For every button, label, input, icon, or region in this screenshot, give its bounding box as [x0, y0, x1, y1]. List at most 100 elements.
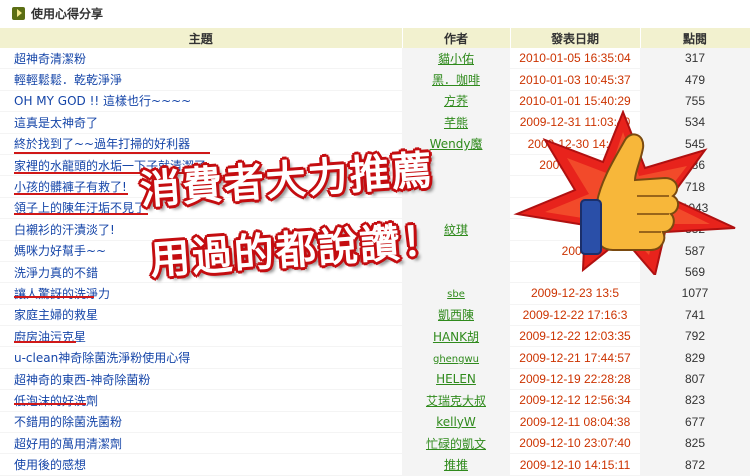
subject-cell: u-clean神奇除菌洗淨粉使用心得: [0, 346, 402, 369]
table-row: 超神奇清潔粉 貓小佑 2010-01-05 16:35:04 317: [0, 48, 750, 70]
author-cell: 凱西陳: [402, 304, 510, 327]
column-header-date[interactable]: 發表日期: [510, 28, 641, 48]
post-subject-link[interactable]: 超神奇清潔粉: [14, 52, 86, 66]
author-link[interactable]: 方荞: [444, 94, 468, 108]
table-row: 使用後的感想 推推 2009-12-10 14:15:11 872: [0, 453, 750, 476]
post-subject-link[interactable]: 終於找到了~~過年打掃的好利器: [14, 137, 190, 151]
author-link[interactable]: kellyW: [436, 415, 476, 429]
subject-cell: 讓人驚訝的洗淨力: [0, 282, 402, 305]
post-date: 2010-01-01 15:40:29: [510, 90, 640, 113]
post-subject-link[interactable]: 使用後的感想: [14, 458, 86, 472]
author-link[interactable]: HELEN: [436, 372, 476, 386]
author-cell: [402, 175, 510, 198]
author-link[interactable]: ghengwu: [433, 354, 479, 365]
post-subject-link[interactable]: 這真是太神奇了: [14, 116, 98, 130]
view-count: 479: [640, 68, 750, 91]
author-cell: HANK胡: [402, 325, 510, 348]
table-row: 超神奇的東西-神奇除菌粉 HELEN 2009-12-19 22:28:28 807: [0, 368, 750, 391]
post-subject-link[interactable]: 輕輕鬆鬆．乾乾淨淨: [14, 73, 122, 87]
post-subject-link[interactable]: 洗淨力真的不錯: [14, 266, 98, 280]
author-link[interactable]: 艾瑞克大叔: [426, 394, 486, 408]
table-row: OH MY GOD !! 這樣也行~~~~ 方荞 2010-01-01 15:40:…: [0, 90, 750, 113]
author-cell: [402, 197, 510, 220]
author-link[interactable]: 紋琪: [444, 223, 468, 237]
post-subject-link[interactable]: 低泡沫的好洗劑: [14, 394, 98, 408]
author-cell: [402, 261, 510, 284]
author-cell: 紋琪: [402, 218, 510, 241]
section-header: 使用心得分享: [0, 0, 750, 26]
post-date: 2010-01-05 16:35:04: [510, 48, 640, 70]
subject-cell: 領子上的陳年汙垢不見了: [0, 197, 402, 220]
post-subject-link[interactable]: 超神奇的東西-神奇除菌粉: [14, 373, 150, 387]
post-subject-link[interactable]: 小孩的髒褲子有救了!: [14, 180, 127, 194]
subject-cell: 超神奇清潔粉: [0, 48, 402, 70]
post-subject-link[interactable]: u-clean神奇除菌洗淨粉使用心得: [14, 351, 190, 365]
post-subject-link[interactable]: 讓人驚訝的洗淨力: [14, 287, 110, 301]
table-row: 家庭主婦的救星 凱西陳 2009-12-22 17:16:3 741: [0, 304, 750, 327]
post-subject-link[interactable]: 不錯用的除菌洗菌粉: [14, 415, 122, 429]
subject-cell: OH MY GOD !! 這樣也行~~~~: [0, 90, 402, 113]
author-cell: sbe: [402, 282, 510, 305]
subject-cell: 超好用的萬用清潔劑: [0, 432, 402, 455]
subject-cell: 媽咪力好幫手~~: [0, 240, 402, 262]
table-row: 低泡沫的好洗劑 艾瑞克大叔 2009-12-12 12:56:34 823: [0, 389, 750, 412]
subject-cell: 輕輕鬆鬆．乾乾淨淨: [0, 68, 402, 91]
column-header-author[interactable]: 作者: [402, 28, 511, 48]
arrow-right-icon: [12, 6, 25, 20]
post-date: 2009-12-21 17:44:57: [510, 346, 640, 369]
author-link[interactable]: 貓小佑: [438, 52, 474, 66]
view-count: 755: [640, 90, 750, 113]
author-cell: 方荞: [402, 90, 510, 113]
view-count: 792: [640, 325, 750, 348]
subject-cell: 白襯衫的汗漬淡了!: [0, 218, 402, 241]
column-header-subject[interactable]: 主題: [0, 28, 403, 48]
author-link[interactable]: 凱西陳: [438, 308, 474, 322]
author-cell: [402, 154, 510, 177]
post-subject-link[interactable]: 超好用的萬用清潔劑: [14, 437, 122, 451]
author-cell: 推推: [402, 453, 510, 476]
subject-cell: 家庭主婦的救星: [0, 304, 402, 327]
author-cell: kellyW: [402, 411, 510, 434]
post-subject-link[interactable]: OH MY GOD !! 這樣也行~~~~: [14, 94, 191, 108]
highlight-underline: [14, 193, 128, 195]
author-cell: Wendy魔: [402, 133, 510, 155]
post-subject-link[interactable]: 家裡的水龍頭的水垢一下子就清潔了: [14, 159, 206, 173]
author-link[interactable]: 推推: [444, 458, 468, 472]
author-cell: 芊熊: [402, 111, 510, 134]
author-link[interactable]: 芊熊: [444, 116, 468, 130]
table-row: 輕輕鬆鬆．乾乾淨淨 黑．咖啡 2010-01-03 10:45:37 479: [0, 68, 750, 91]
view-count: 829: [640, 346, 750, 369]
author-link[interactable]: HANK胡: [433, 330, 479, 344]
post-subject-link[interactable]: 白襯衫的汗漬淡了!: [14, 223, 115, 237]
author-link[interactable]: Wendy魔: [430, 137, 483, 151]
view-count: 872: [640, 453, 750, 476]
subject-cell: 不錯用的除菌洗菌粉: [0, 411, 402, 434]
view-count: 825: [640, 432, 750, 455]
section-title: 使用心得分享: [31, 6, 104, 21]
author-cell: 黑．咖啡: [402, 68, 510, 91]
post-date: 2009-12-10 14:15:11: [510, 453, 640, 476]
highlight-underline: [14, 403, 86, 405]
column-header-views[interactable]: 點閱: [640, 28, 750, 48]
view-count: 807: [640, 368, 750, 391]
highlight-underline: [14, 152, 210, 154]
table-row: 不錯用的除菌洗菌粉 kellyW 2009-12-11 08:04:38 677: [0, 411, 750, 434]
view-count: 317: [640, 48, 750, 70]
author-link[interactable]: sbe: [447, 289, 465, 300]
post-date: 2009-12-12 12:56:34: [510, 389, 640, 412]
view-count: 741: [640, 304, 750, 327]
post-subject-link[interactable]: 家庭主婦的救星: [14, 308, 98, 322]
highlight-underline: [14, 296, 94, 298]
table-row: 讓人驚訝的洗淨力 sbe 2009-12-23 13:5 1077: [0, 282, 750, 305]
author-cell: 艾瑞克大叔: [402, 389, 510, 412]
author-link[interactable]: 忙碌的凱文: [426, 437, 486, 451]
table-header-row: 主題 作者 發表日期 點閱: [0, 28, 750, 48]
author-link[interactable]: 黑．咖啡: [432, 73, 480, 87]
post-date: 2009-12-22 17:16:3: [510, 304, 640, 327]
post-subject-link[interactable]: 媽咪力好幫手~~: [14, 244, 106, 258]
table-row: 廚房油污克星 HANK胡 2009-12-22 12:03:35 792: [0, 325, 750, 348]
table-row: 超好用的萬用清潔劑 忙碌的凱文 2009-12-10 23:07:40 825: [0, 432, 750, 455]
post-date: 2010-01-03 10:45:37: [510, 68, 640, 91]
author-cell: HELEN: [402, 368, 510, 391]
post-date: 2009-12-10 23:07:40: [510, 432, 640, 455]
